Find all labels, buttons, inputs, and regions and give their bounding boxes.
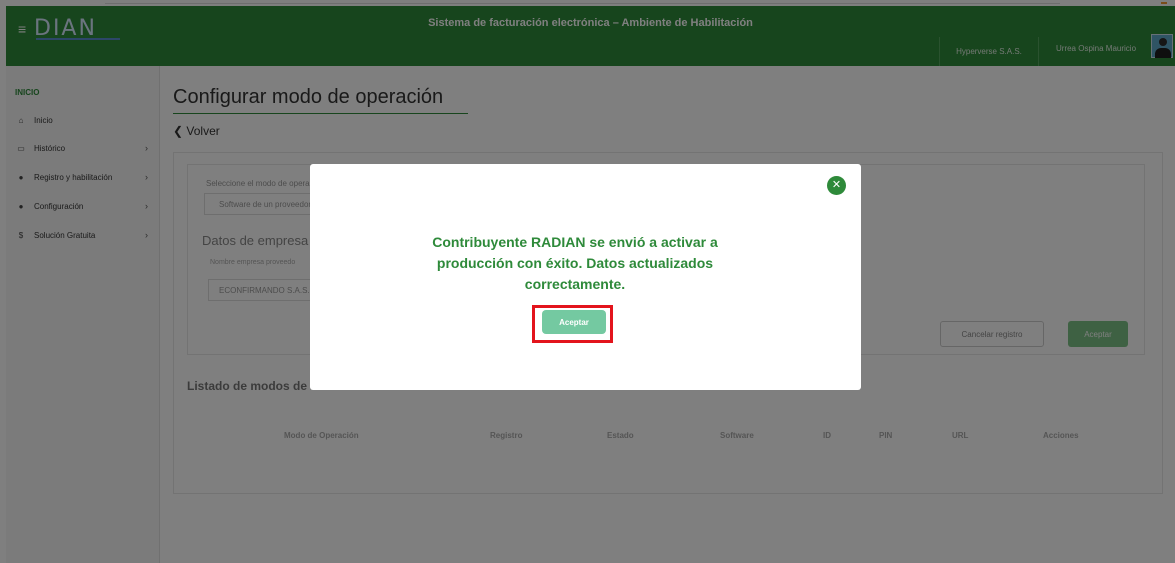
success-dialog: ✕ Contribuyente RADIAN se envió a activa… <box>310 164 861 390</box>
accept-button[interactable]: Aceptar <box>542 310 606 334</box>
close-icon[interactable]: ✕ <box>827 176 846 195</box>
app-window: ≡ DIAN Sistema de facturación electrónic… <box>0 0 1175 563</box>
success-message: Contribuyente RADIAN se envió a activar … <box>432 234 718 292</box>
